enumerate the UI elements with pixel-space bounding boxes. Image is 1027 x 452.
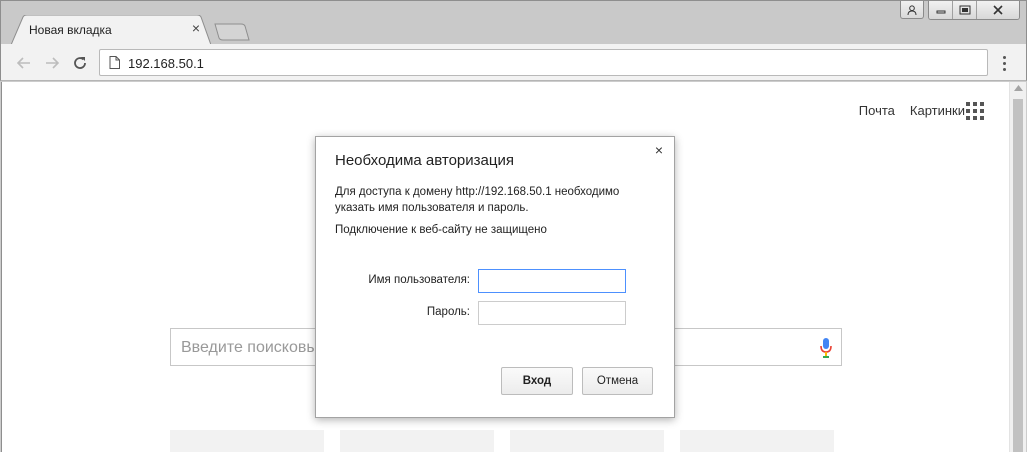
tab-new-tab[interactable]: Новая вкладка × [11,15,211,45]
user-icon [907,4,917,15]
username-label: Имя пользователя: [368,274,470,286]
most-visited-tiles [170,430,834,452]
user-button[interactable] [900,1,924,19]
login-button[interactable]: Вход [501,367,573,395]
maximize-button[interactable] [953,1,977,19]
minimize-icon [936,10,945,14]
dialog-close-icon[interactable]: × [652,143,666,157]
tab-close-icon[interactable]: × [189,21,203,35]
password-field[interactable] [478,301,626,325]
dialog-message: Для доступа к домену http://192.168.50.1… [335,186,620,214]
tab-title: Новая вкладка [29,23,112,37]
maximize-icon [959,5,970,15]
window-buttons-group [928,1,1020,20]
close-icon [993,5,1003,15]
tile[interactable] [510,430,664,452]
top-links: Почта Картинки [859,103,965,118]
dialog-title: Необходима авторизация [335,152,514,169]
page-icon [109,56,120,69]
minimize-button[interactable] [929,1,953,19]
window-close-button[interactable] [977,1,1019,19]
scroll-up-arrow-icon[interactable] [1014,85,1023,91]
reload-button[interactable] [69,52,91,74]
scroll-thumb[interactable] [1013,99,1023,452]
cancel-button[interactable]: Отмена [582,367,653,395]
auth-dialog: × Необходима авторизация Для доступа к д… [315,136,675,418]
scrollbar[interactable] [1009,82,1026,452]
tile[interactable] [680,430,834,452]
window-controls [900,1,1020,20]
address-bar[interactable]: 192.168.50.1 [99,49,988,76]
tile[interactable] [170,430,324,452]
search-placeholder: Введите поисковы [181,339,318,356]
forward-arrow-icon [46,57,60,69]
back-button[interactable] [13,52,35,74]
dialog-warning: Подключение к веб-сайту не защищено [335,224,547,236]
back-arrow-icon [16,57,30,69]
apps-grid-icon[interactable] [966,102,984,120]
link-images[interactable]: Картинки [910,103,965,118]
url-text: 192.168.50.1 [128,56,204,71]
new-tab-button[interactable] [213,22,251,42]
forward-button[interactable] [41,52,63,74]
link-mail[interactable]: Почта [859,103,895,118]
microphone-icon[interactable] [819,337,833,359]
password-label: Пароль: [426,306,470,318]
window-titlebar: Новая вкладка × [0,0,1027,45]
username-field[interactable] [478,269,626,293]
tile[interactable] [340,430,494,452]
browser-toolbar: 192.168.50.1 [0,44,1027,81]
reload-icon [74,57,86,69]
menu-dots-icon[interactable] [996,52,1012,74]
